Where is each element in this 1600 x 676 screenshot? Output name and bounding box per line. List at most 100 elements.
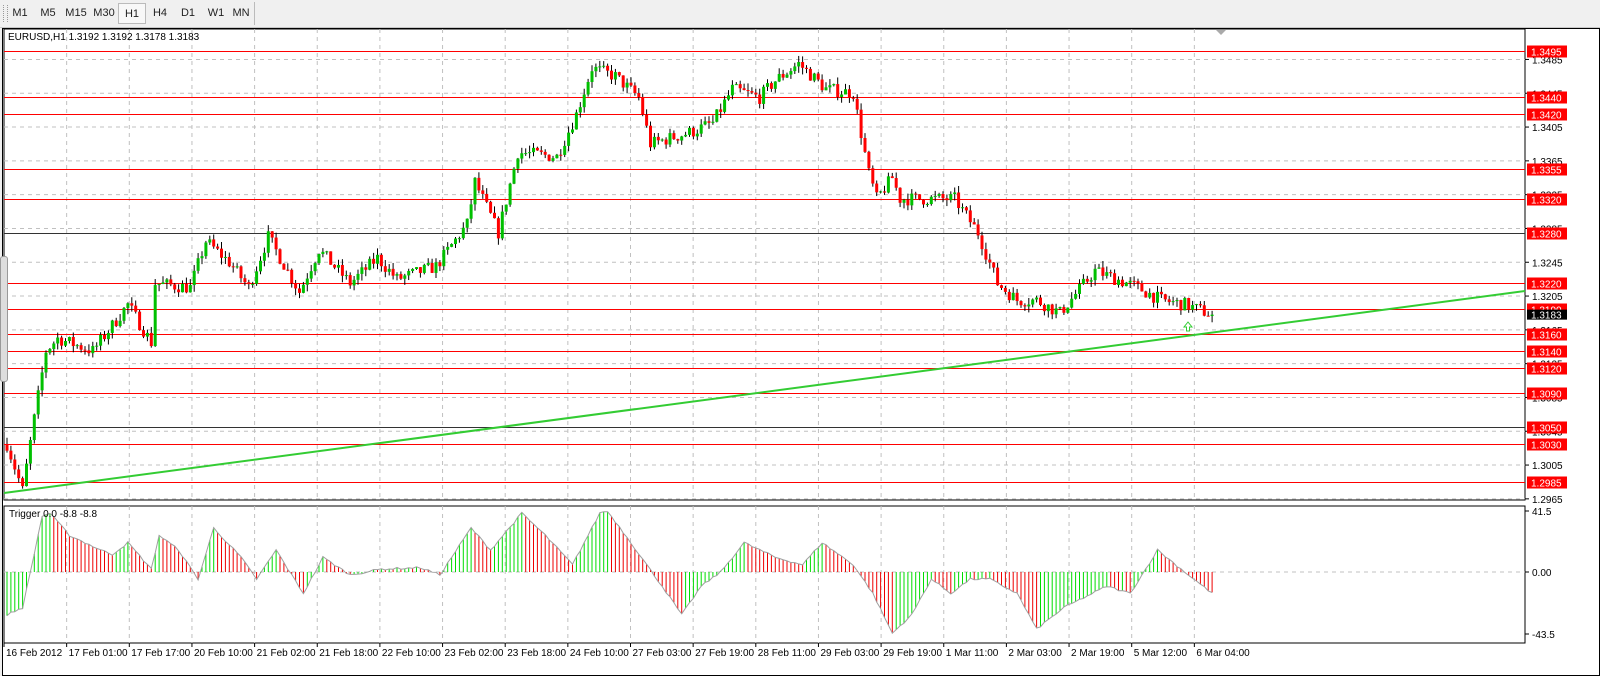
candle-bear [894, 178, 898, 188]
candle-bull [110, 320, 114, 333]
level-price-label: 1.3420 [1531, 111, 1562, 122]
candle-bear [383, 266, 387, 272]
candle-bear [1198, 304, 1202, 306]
candle-bear [169, 279, 173, 285]
candle-bear [1120, 279, 1124, 287]
time-label: 17 Feb 01:00 [69, 648, 128, 659]
candle-bull [762, 86, 766, 104]
candle-bear [988, 259, 992, 263]
candle-bear [645, 114, 649, 126]
time-label: 1 Mar 11:00 [946, 648, 999, 659]
candle-bull [67, 336, 71, 341]
candle-bear [890, 176, 894, 179]
candle-bear [60, 337, 64, 346]
candle-bull [598, 66, 602, 68]
candle-bear [71, 336, 75, 347]
level-price-label: 1.3220 [1531, 280, 1562, 291]
candle-bear [1206, 315, 1210, 317]
candle-bull [574, 112, 578, 130]
candle-bear [875, 183, 879, 193]
candle-bear [1163, 294, 1167, 300]
level-price-label: 1.3120 [1531, 365, 1562, 376]
candle-bull [325, 251, 329, 253]
candle-bull [1148, 292, 1152, 298]
candle-bear [1109, 272, 1113, 274]
candle-bear [945, 198, 949, 201]
candle-bear [543, 151, 547, 155]
candle-bear [1136, 281, 1140, 284]
candle-bear [863, 138, 867, 152]
candle-bull [1074, 293, 1078, 299]
time-label: 2 Mar 19:00 [1071, 648, 1125, 659]
shift-marker-icon[interactable] [1216, 30, 1226, 35]
candle-bull [411, 268, 415, 271]
candle-bull [1097, 267, 1101, 269]
candle-bear [177, 289, 181, 293]
candle-bear [610, 70, 613, 80]
candle-bull [317, 254, 321, 264]
candle-bull [508, 183, 512, 205]
candle-bull [40, 372, 44, 391]
candle-bull [387, 268, 391, 272]
candle-bull [196, 258, 200, 271]
candle-bull [153, 285, 157, 347]
candle-bear [372, 258, 376, 264]
symbol-info: EURUSD,H1 1.3192 1.3192 1.3178 1.3183 [8, 32, 200, 43]
candle-bull [251, 283, 255, 285]
candle-bear [149, 332, 153, 347]
candle-bull [1093, 268, 1097, 281]
candle-bull [473, 177, 477, 205]
candle-bull [1089, 280, 1093, 282]
candle-bull [122, 307, 126, 321]
candle-bear [539, 150, 543, 152]
candle-bull [356, 273, 360, 280]
candle-bull [582, 94, 586, 108]
candle-bear [216, 246, 220, 249]
candle-bear [1039, 297, 1042, 305]
candle-bear [13, 459, 17, 470]
candle-bull [376, 254, 379, 264]
candle-bear [606, 65, 610, 71]
candle-bull [426, 262, 430, 265]
candle-bear [922, 199, 925, 205]
candle-bull [695, 133, 699, 137]
candle-bear [418, 267, 422, 273]
candle-bull [1070, 298, 1074, 308]
candle-bear [1015, 292, 1019, 302]
candle-bear [707, 121, 711, 123]
time-label: 22 Feb 10:00 [382, 648, 441, 659]
candle-bull [44, 352, 48, 373]
candle-bear [1113, 273, 1117, 285]
candle-bull [75, 345, 79, 347]
time-label: 27 Feb 03:00 [633, 648, 692, 659]
candle-bull [520, 153, 524, 159]
candle-bull [660, 139, 664, 141]
candle-bull [715, 109, 719, 122]
candle-bull [840, 94, 844, 98]
candle-bull [680, 136, 684, 141]
candle-bear [820, 79, 824, 91]
price-chart[interactable]: 16 Feb 2012 17 Feb 01:00 17 Feb 17:00 20 Fe… [0, 0, 1600, 676]
candle-bear [1159, 291, 1163, 295]
trendline[interactable] [3, 290, 1526, 494]
candle-bear [676, 139, 680, 141]
candle-bear [941, 193, 945, 199]
candle-bull [613, 72, 617, 80]
candle-bull [255, 271, 259, 284]
candle-bear [656, 136, 660, 141]
chart-scroll-handle[interactable] [0, 256, 8, 382]
candle-bull [504, 204, 508, 212]
candle-bull [1058, 306, 1062, 309]
candle-bear [1152, 292, 1156, 303]
candle-bull [1171, 301, 1175, 303]
level-price-label: 1.3495 [1531, 48, 1562, 59]
candle-bull [1191, 305, 1195, 310]
candle-bear [1187, 298, 1191, 310]
candle-bull [157, 283, 161, 286]
candle-bear [867, 151, 871, 169]
candle-bear [1023, 305, 1027, 307]
candle-bull [516, 158, 520, 169]
candle-bull [36, 390, 40, 415]
candle-bull [1183, 298, 1187, 311]
candle-bull [32, 414, 36, 441]
